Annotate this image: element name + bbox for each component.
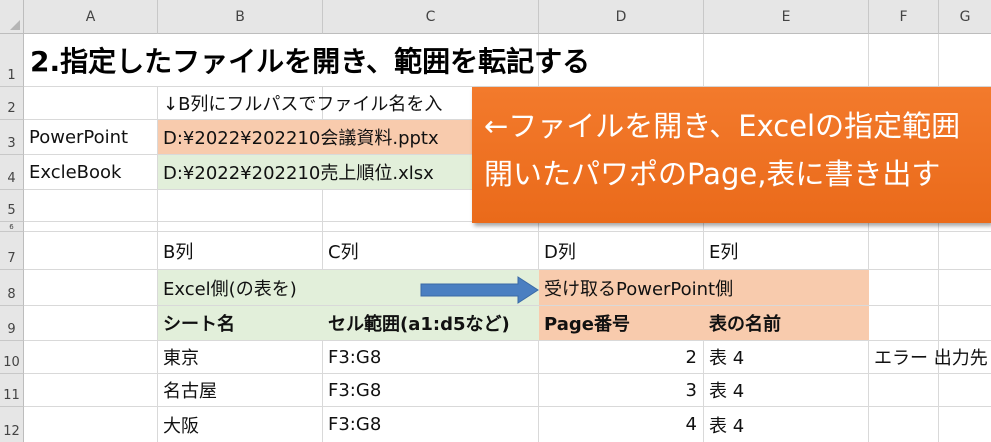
row-header-2[interactable]: 2 bbox=[0, 87, 24, 120]
callout-line-1: ←ファイルを開き、Excelの指定範囲 bbox=[484, 109, 961, 143]
table-row[interactable]: 3 bbox=[539, 374, 703, 406]
excel-book-label[interactable]: ExcleBook bbox=[24, 155, 157, 189]
column-header-e[interactable]: E bbox=[704, 0, 869, 34]
table-row[interactable]: 表 4 bbox=[704, 407, 868, 442]
powerpoint-side-label[interactable]: 受け取るPowerPoint側 bbox=[539, 270, 869, 305]
column-header-f[interactable]: F bbox=[869, 0, 939, 34]
row-header-11[interactable]: 11 bbox=[0, 374, 24, 407]
table-row[interactable]: 2 bbox=[539, 341, 703, 373]
right-arrow-icon[interactable] bbox=[420, 276, 540, 304]
select-all-corner[interactable] bbox=[0, 0, 24, 34]
table-row[interactable]: F3:G8 bbox=[323, 374, 538, 406]
col-c-label[interactable]: C列 bbox=[323, 232, 538, 269]
column-header-g[interactable]: G bbox=[939, 0, 991, 34]
header-page-number[interactable]: Page番号 bbox=[539, 306, 704, 340]
callout-line-2: 開いたパワポのPage,表に書き出す bbox=[484, 157, 941, 191]
header-sheet-name[interactable]: シート名 bbox=[158, 306, 323, 340]
row-header-3[interactable]: 3 bbox=[0, 120, 24, 155]
column-header-c[interactable]: C bbox=[323, 0, 539, 34]
row-header-5[interactable]: 5 bbox=[0, 190, 24, 222]
col-b-label[interactable]: B列 bbox=[158, 232, 322, 269]
powerpoint-label[interactable]: PowerPoint bbox=[24, 120, 157, 154]
table-row[interactable]: 名古屋 bbox=[158, 374, 322, 406]
column-header-a[interactable]: A bbox=[24, 0, 158, 34]
row-header-4[interactable]: 4 bbox=[0, 155, 24, 190]
excel-path-cell[interactable]: D:¥2022¥202210売上順位.xlsx bbox=[158, 155, 473, 189]
powerpoint-path-cell[interactable]: D:¥2022¥202210会議資料.pptx bbox=[158, 120, 473, 154]
row-header-7[interactable]: 7 bbox=[0, 232, 24, 270]
row-header-6[interactable]: 6 bbox=[0, 222, 24, 232]
error-output-note[interactable]: エラー 出力先 bbox=[869, 341, 991, 373]
row-header-8[interactable]: 8 bbox=[0, 270, 24, 306]
table-row[interactable]: 大阪 bbox=[158, 407, 322, 442]
col-e-label[interactable]: E列 bbox=[704, 232, 868, 269]
sheet-title[interactable]: 2.指定したファイルを開き、範囲を転記する bbox=[24, 34, 724, 86]
spreadsheet: A B C D E F G 1 2 3 4 5 6 7 8 9 10 11 12… bbox=[0, 0, 991, 442]
table-row[interactable]: F3:G8 bbox=[323, 341, 538, 373]
row-header-9[interactable]: 9 bbox=[0, 306, 24, 341]
table-row[interactable]: F3:G8 bbox=[323, 407, 538, 442]
row-header-10[interactable]: 10 bbox=[0, 341, 24, 374]
orange-callout-box[interactable]: ←ファイルを開き、Excelの指定範囲 開いたパワポのPage,表に書き出す bbox=[472, 87, 991, 223]
table-row[interactable]: 表 4 bbox=[704, 341, 868, 373]
table-row[interactable]: 東京 bbox=[158, 341, 322, 373]
fullpath-note[interactable]: ↓B列にフルパスでファイル名を入 bbox=[158, 87, 478, 119]
table-row[interactable]: 表 4 bbox=[704, 374, 868, 406]
row-header-1[interactable]: 1 bbox=[0, 34, 24, 87]
column-header-d[interactable]: D bbox=[539, 0, 704, 34]
header-table-name[interactable]: 表の名前 bbox=[704, 306, 869, 340]
column-header-b[interactable]: B bbox=[158, 0, 323, 34]
row-header-12[interactable]: 12 bbox=[0, 407, 24, 442]
header-cell-range[interactable]: セル範囲(a1:d5など) bbox=[323, 306, 539, 340]
col-d-label[interactable]: D列 bbox=[539, 232, 703, 269]
table-row[interactable]: 4 bbox=[539, 407, 703, 442]
